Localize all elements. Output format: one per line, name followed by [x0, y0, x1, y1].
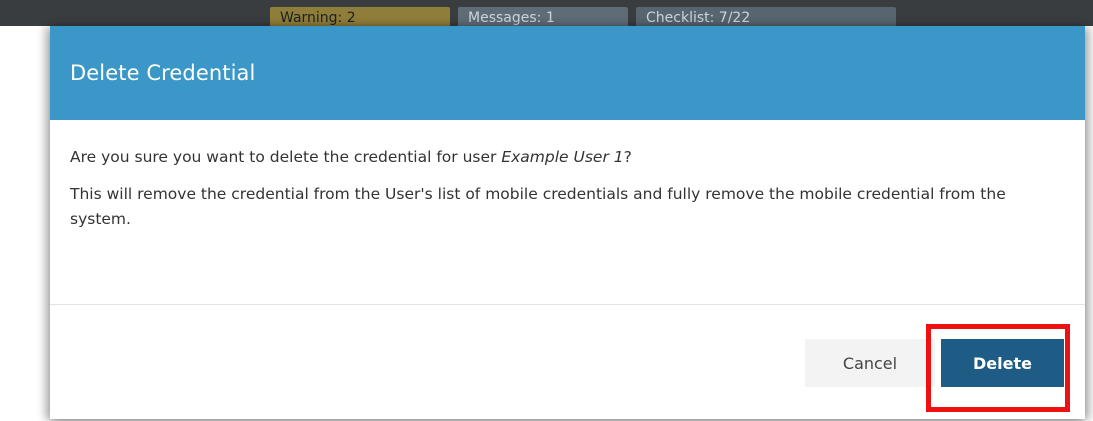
backdrop-badge-messages: Messages: 1	[458, 7, 628, 26]
backdrop-badge-warning: Warning: 2	[270, 7, 450, 26]
dialog-footer: Cancel Delete	[50, 305, 1085, 418]
backdrop-badge-checklist: Checklist: 7/22	[636, 7, 896, 26]
confirmation-suffix: ?	[623, 148, 632, 166]
confirmation-message: Are you sure you want to delete the cred…	[70, 145, 1065, 170]
backdrop-toolbar: Warning: 2 Messages: 1 Checklist: 7/22	[0, 0, 1093, 26]
confirmation-prefix: Are you sure you want to delete the cred…	[70, 148, 502, 166]
cancel-button[interactable]: Cancel	[805, 339, 935, 387]
page-edge-left	[0, 26, 50, 421]
dialog-body: Are you sure you want to delete the cred…	[50, 120, 1085, 305]
dialog-description: This will remove the credential from the…	[70, 185, 1006, 228]
backdrop-badges: Warning: 2 Messages: 1 Checklist: 7/22	[270, 7, 896, 26]
dialog-header: Delete Credential	[50, 26, 1085, 120]
delete-credential-dialog: Delete Credential Are you sure you want …	[50, 26, 1085, 419]
page-edge-right	[1085, 26, 1093, 421]
delete-button[interactable]: Delete	[941, 339, 1064, 387]
user-name: Example User 1	[501, 148, 624, 166]
dialog-title: Delete Credential	[70, 61, 256, 85]
